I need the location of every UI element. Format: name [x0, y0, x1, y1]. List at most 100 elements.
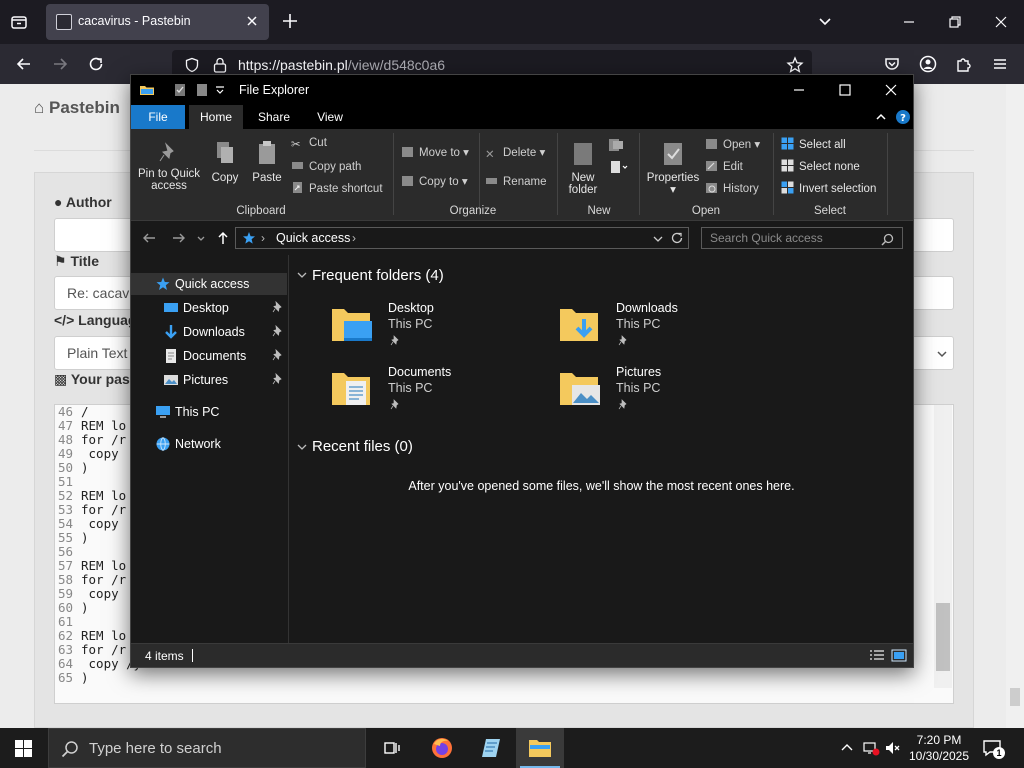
breadcrumb-quick-access[interactable]: Quick access: [276, 231, 350, 245]
new-tab-icon[interactable]: [280, 11, 300, 31]
list-all-tabs-icon[interactable]: [814, 11, 836, 33]
account-icon[interactable]: [918, 54, 938, 74]
close-window-icon[interactable]: [990, 11, 1012, 33]
copy-path-button[interactable]: Copy path: [291, 159, 361, 173]
browser-tab[interactable]: cacavirus - Pastebin: [46, 4, 269, 40]
folder-tile-desktop[interactable]: Desktop This PC: [330, 301, 550, 357]
show-hidden-icons-chevron-icon[interactable]: [838, 739, 856, 757]
restore-icon[interactable]: [944, 11, 966, 33]
collapse-recent-chevron-icon[interactable]: [296, 441, 308, 453]
close-tab-icon[interactable]: [243, 12, 261, 30]
taskbar-file-explorer[interactable]: [516, 728, 564, 768]
explorer-close-icon[interactable]: [881, 80, 901, 100]
pin-icon[interactable]: [272, 349, 283, 361]
history-button[interactable]: History: [705, 181, 759, 195]
breadcrumb-separator-icon[interactable]: ›: [261, 231, 265, 245]
paste-shortcut-button[interactable]: Paste shortcut: [291, 181, 383, 195]
address-history-chevron-icon[interactable]: [652, 233, 664, 245]
rename-button[interactable]: Rename: [485, 174, 546, 188]
bookmark-star-icon[interactable]: [786, 56, 804, 74]
taskbar-notepad[interactable]: [468, 728, 516, 768]
nav-pictures[interactable]: Pictures: [131, 369, 287, 391]
search-icon[interactable]: [881, 233, 894, 246]
taskbar-clock[interactable]: 7:20 PM 10/30/2025: [904, 732, 974, 764]
select-all-button[interactable]: Select all: [781, 137, 846, 151]
tab-file[interactable]: File: [131, 105, 185, 129]
nav-network[interactable]: Network: [131, 433, 287, 455]
explorer-maximize-icon[interactable]: [835, 80, 855, 100]
frequent-folders-header[interactable]: Frequent folders (4): [312, 267, 444, 284]
pin-icon[interactable]: [272, 325, 283, 337]
collapse-frequent-chevron-icon[interactable]: [296, 269, 308, 281]
pin-icon[interactable]: [272, 373, 283, 385]
new-item-icon[interactable]: [607, 137, 629, 153]
extensions-icon[interactable]: [954, 54, 974, 74]
address-field[interactable]: › Quick access ›: [235, 227, 689, 249]
collapse-ribbon-chevron-up-icon[interactable]: [875, 111, 887, 123]
lock-icon[interactable]: [212, 56, 228, 74]
move-to-button[interactable]: Move to ▾: [401, 145, 469, 159]
pin-icon[interactable]: [272, 301, 283, 313]
volume-muted-icon[interactable]: [884, 739, 902, 757]
up-arrow-icon[interactable]: [215, 230, 231, 246]
delete-button[interactable]: ✕ Delete ▾: [485, 145, 545, 161]
breadcrumb-chevron-icon[interactable]: ›: [352, 231, 356, 245]
back-icon[interactable]: [14, 54, 34, 74]
nav-desktop[interactable]: Desktop: [131, 297, 287, 319]
open-button[interactable]: Open ▾: [705, 137, 760, 151]
explorer-forward-icon[interactable]: [171, 230, 187, 246]
paste-button[interactable]: Paste: [247, 139, 287, 184]
tracking-protection-icon[interactable]: [184, 57, 200, 73]
properties-button[interactable]: Properties ▾: [645, 139, 701, 196]
url-text[interactable]: https://pastebin.pl/view/d548c0a6: [238, 57, 445, 73]
page-scrollbar[interactable]: [1006, 84, 1024, 728]
taskbar-search-box[interactable]: Type here to search: [48, 728, 366, 768]
new-folder-qat-icon[interactable]: [195, 82, 209, 98]
copy-to-button[interactable]: Copy to ▾: [401, 174, 468, 188]
explorer-title-bar[interactable]: File Explorer: [131, 75, 913, 105]
properties-qat-icon[interactable]: [173, 82, 187, 98]
folder-tile-documents[interactable]: Documents This PC: [330, 365, 550, 421]
folder-tile-pictures[interactable]: Pictures This PC: [558, 365, 778, 421]
tab-list-icon[interactable]: [8, 11, 30, 33]
taskbar-firefox[interactable]: [418, 728, 466, 768]
tab-share[interactable]: Share: [247, 105, 301, 129]
explorer-minimize-icon[interactable]: [789, 80, 809, 100]
invert-selection-button[interactable]: Invert selection: [781, 181, 876, 195]
pocket-icon[interactable]: [882, 54, 902, 74]
edit-button[interactable]: Edit: [705, 159, 743, 173]
nav-quick-access[interactable]: Quick access: [131, 273, 287, 295]
nav-downloads[interactable]: Downloads: [131, 321, 287, 343]
help-icon[interactable]: ?: [895, 109, 911, 125]
action-center-button[interactable]: 1: [982, 738, 1005, 759]
nav-this-pc[interactable]: This PC: [131, 401, 287, 423]
nav-documents[interactable]: Documents: [131, 345, 287, 367]
refresh-icon[interactable]: [670, 231, 684, 245]
tab-view[interactable]: View: [303, 105, 357, 129]
folder-tile-downloads[interactable]: Downloads This PC: [558, 301, 778, 357]
network-status-icon[interactable]: [862, 739, 880, 757]
forward-icon[interactable]: [50, 54, 70, 74]
menu-hamburger-icon[interactable]: [990, 54, 1010, 74]
code-scrollbar[interactable]: [934, 405, 952, 688]
new-folder-button[interactable]: New folder: [563, 139, 603, 196]
copy-button[interactable]: Copy: [205, 139, 245, 184]
select-none-button[interactable]: Select none: [781, 159, 860, 173]
cut-button[interactable]: ✂ Cut: [291, 137, 327, 151]
tab-home[interactable]: Home: [189, 105, 243, 129]
task-view-button[interactable]: [368, 728, 416, 768]
language-chevron-down-icon[interactable]: [936, 348, 948, 360]
details-view-icon[interactable]: [869, 649, 885, 663]
qat-dropdown-icon[interactable]: [215, 85, 225, 95]
pin-to-quick-access-button[interactable]: Pin to Quick access: [137, 141, 201, 192]
recent-files-header[interactable]: Recent files (0): [312, 438, 413, 455]
minimize-icon[interactable]: [898, 11, 920, 33]
recent-locations-chevron-icon[interactable]: [195, 230, 211, 246]
easy-access-icon[interactable]: [609, 159, 629, 175]
explorer-search-input[interactable]: Search Quick access: [701, 227, 903, 249]
large-icons-view-icon[interactable]: [891, 648, 907, 664]
pastebin-brand[interactable]: ⌂ Pastebin: [34, 98, 120, 118]
explorer-back-icon[interactable]: [141, 230, 157, 246]
reload-icon[interactable]: [86, 54, 106, 74]
start-button[interactable]: [0, 728, 48, 768]
